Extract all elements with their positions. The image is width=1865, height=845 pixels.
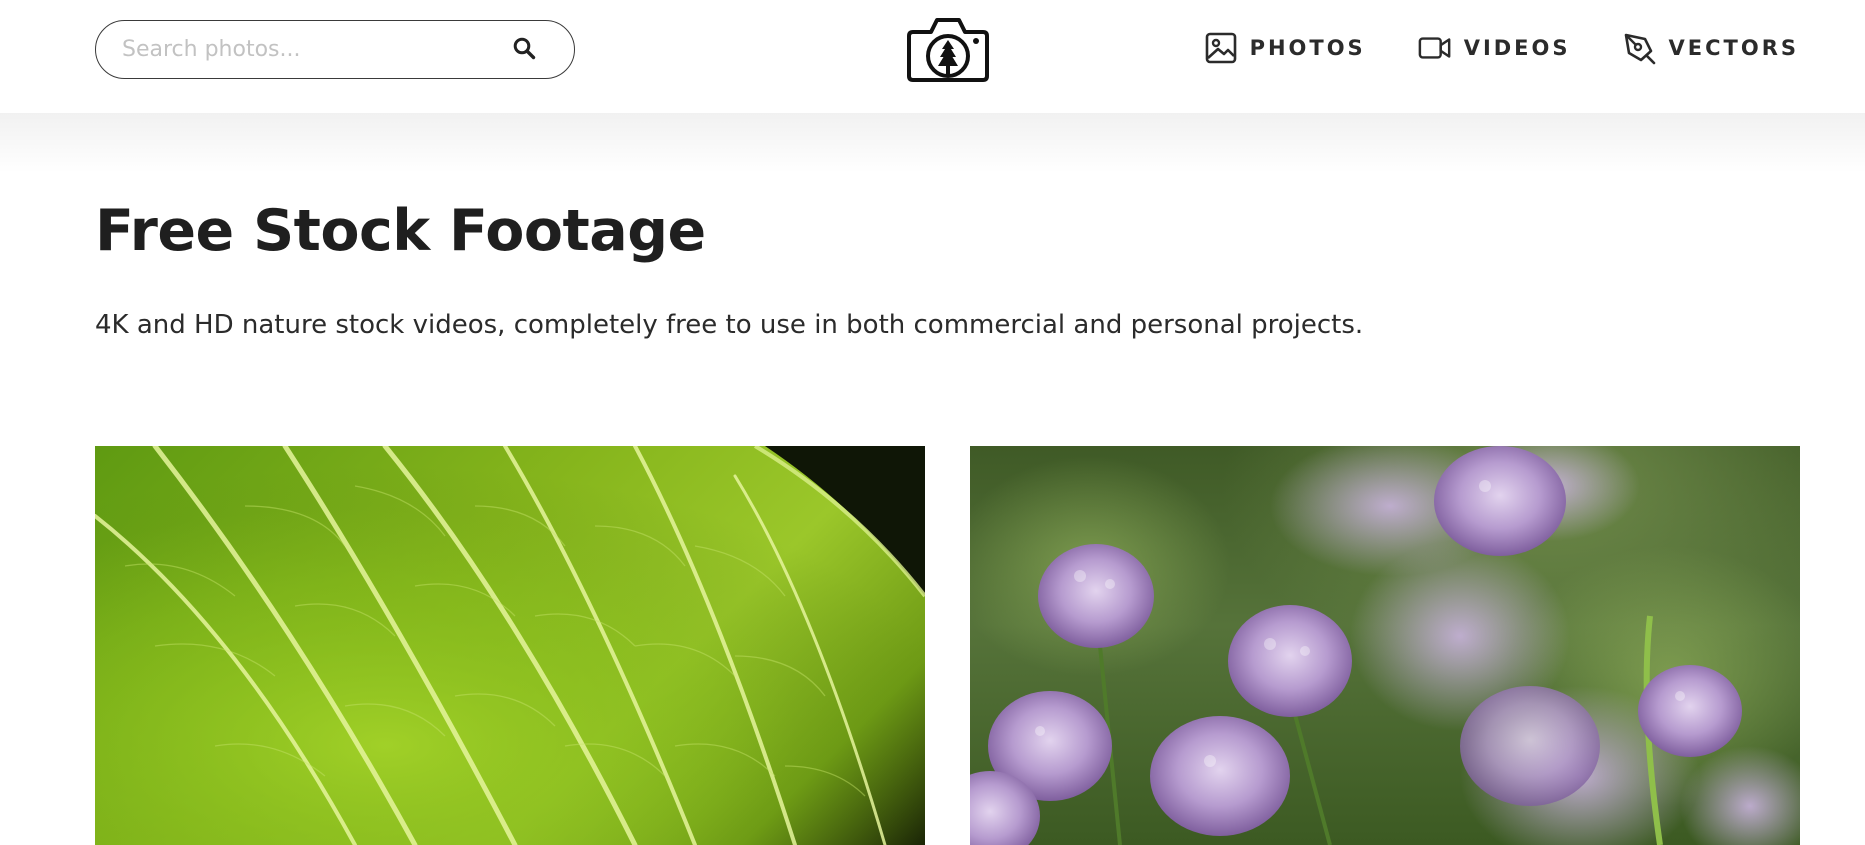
main-nav: PHOTOS VIDEOS VECTORS [1204,28,1799,68]
site-header: PHOTOS VIDEOS VECTORS [0,0,1865,113]
nav-videos-label: VIDEOS [1463,36,1571,60]
nav-photos[interactable]: PHOTOS [1204,31,1366,65]
video-thumbnail-flowers[interactable] [970,446,1800,845]
leaf-image [95,446,925,845]
search-bar [95,20,575,79]
flowers-image [970,446,1800,845]
search-input[interactable] [120,29,504,70]
site-logo[interactable] [905,12,991,84]
image-icon [1204,31,1238,65]
video-camera-icon [1418,31,1452,65]
pen-nib-icon [1623,31,1657,65]
nav-videos[interactable]: VIDEOS [1418,31,1571,65]
nav-vectors-label: VECTORS [1668,36,1799,60]
video-thumbnail-leaf[interactable] [95,446,925,845]
page-title: Free Stock Footage [95,198,706,264]
header-shadow [0,113,1865,173]
search-button[interactable] [504,30,544,70]
nav-vectors[interactable]: VECTORS [1623,31,1799,65]
search-icon [512,36,536,64]
nav-photos-label: PHOTOS [1249,36,1366,60]
page-subtitle: 4K and HD nature stock videos, completel… [95,310,1364,340]
camera-tree-logo-icon [905,18,991,88]
